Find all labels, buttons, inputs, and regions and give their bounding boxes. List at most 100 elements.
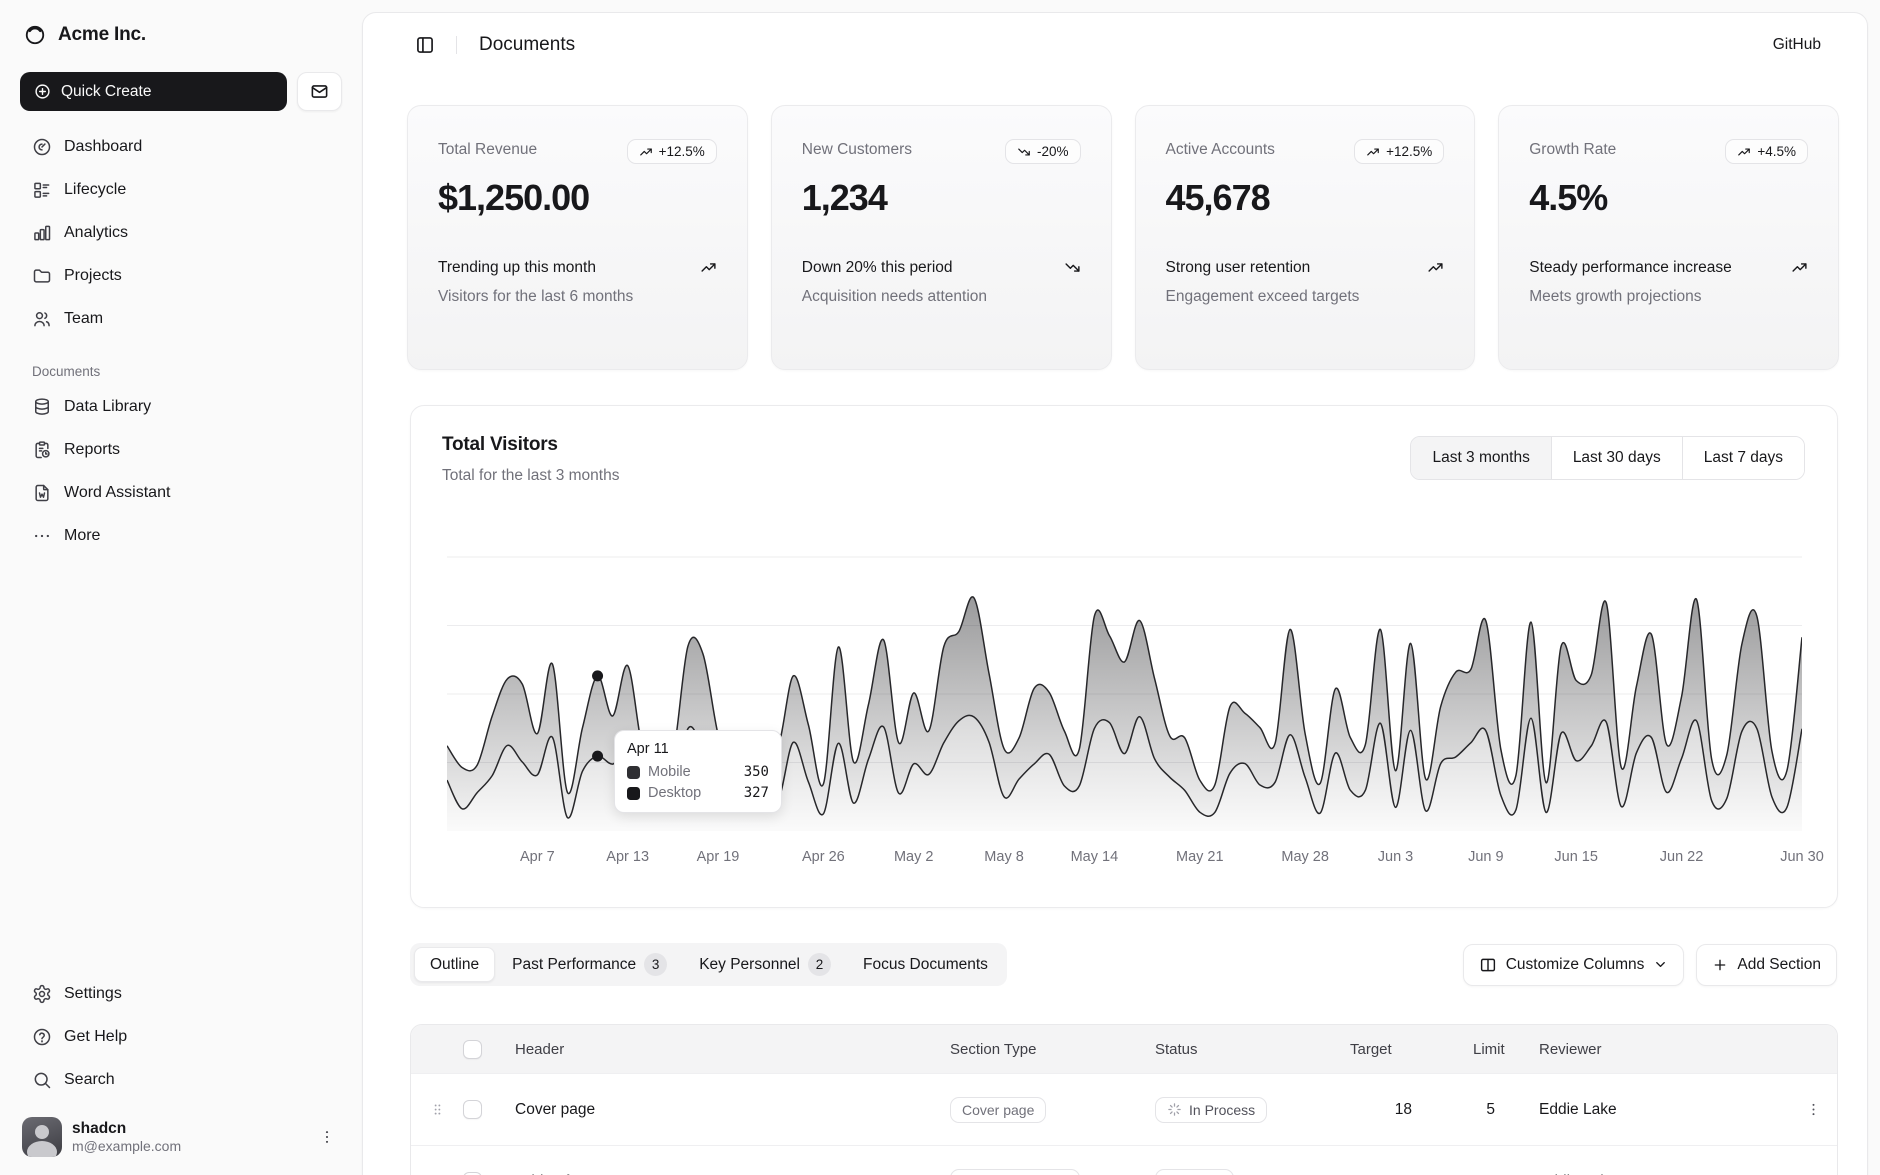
- sidebar-item-settings[interactable]: Settings: [20, 974, 342, 1013]
- select-all-checkbox[interactable]: [463, 1040, 482, 1059]
- sidebar-item-get-help[interactable]: Get Help: [20, 1017, 342, 1056]
- sidebar-toggle-button[interactable]: [410, 30, 440, 60]
- sidebar-item-word-assistant[interactable]: Word Assistant: [20, 473, 342, 512]
- drag-handle[interactable]: [411, 1102, 463, 1117]
- sidebar-item-analytics[interactable]: Analytics: [20, 213, 342, 252]
- range-last-3-months[interactable]: Last 3 months: [1411, 437, 1550, 479]
- chevron-down-icon: [1653, 957, 1668, 972]
- tab-outline[interactable]: Outline: [414, 947, 495, 982]
- sidebar-item-more[interactable]: More: [20, 516, 342, 555]
- trend-badge: -20%: [1005, 139, 1081, 164]
- sidebar-item-label: Search: [64, 1071, 115, 1089]
- avatar: [22, 1117, 62, 1157]
- sidebar-item-data-library[interactable]: Data Library: [20, 387, 342, 426]
- x-tick: Jun 3: [1378, 849, 1413, 865]
- stat-card-growth-rate: Growth Rate +4.5% 4.5% Steady performanc…: [1498, 105, 1839, 370]
- documents-table: Header Section Type Status Target Limit …: [410, 1024, 1838, 1175]
- total-visitors-card: Total Visitors Total for the last 3 mont…: [410, 405, 1838, 908]
- loader-icon: [1167, 1102, 1182, 1117]
- sidebar-item-team[interactable]: Team: [20, 299, 342, 338]
- sidebar-section-documents: Documents: [32, 364, 330, 379]
- github-link[interactable]: GitHub: [1773, 36, 1821, 54]
- tab-count-badge: 2: [808, 953, 831, 976]
- report-icon: [32, 440, 52, 460]
- target-cell[interactable]: 18: [1350, 1101, 1440, 1119]
- chart-x-axis: Apr 7Apr 13Apr 19Apr 26May 2May 8May 14M…: [447, 849, 1802, 869]
- tab-count-badge: 3: [644, 953, 667, 976]
- trend-badge: +12.5%: [1354, 139, 1444, 164]
- desktop-swatch: [627, 787, 640, 800]
- search-icon: [32, 1070, 52, 1090]
- x-tick: Jun 30: [1780, 849, 1824, 865]
- file-word-icon: [32, 483, 52, 503]
- x-tick: Apr 26: [802, 849, 845, 865]
- quick-create-button[interactable]: Quick Create: [20, 72, 287, 111]
- row-header-cell[interactable]: Cover page: [511, 1101, 950, 1119]
- logo-icon: [24, 24, 46, 46]
- chart-tooltip: Apr 11 Mobile 350 Desktop 327: [614, 730, 782, 813]
- stat-footer-desc: Visitors for the last 6 months: [438, 286, 717, 308]
- limit-cell[interactable]: 5: [1440, 1101, 1525, 1119]
- sidebar-item-dashboard[interactable]: Dashboard: [20, 127, 342, 166]
- trending-up-icon: [700, 259, 717, 276]
- tab-key-personnel[interactable]: Key Personnel 2: [684, 947, 846, 982]
- column-header: Header: [511, 1041, 950, 1058]
- list-details-icon: [32, 180, 52, 200]
- range-last-7-days[interactable]: Last 7 days: [1682, 437, 1804, 479]
- stat-footer-title: Steady performance increase: [1529, 257, 1731, 279]
- database-icon: [32, 397, 52, 417]
- sidebar-item-reports[interactable]: Reports: [20, 430, 342, 469]
- columns-icon: [1479, 956, 1497, 974]
- stat-footer-desc: Acquisition needs attention: [802, 286, 1081, 308]
- x-tick: Apr 7: [520, 849, 555, 865]
- brand[interactable]: Acme Inc.: [16, 18, 346, 52]
- main-content: Documents GitHub Total Revenue +12.5% $1…: [362, 12, 1868, 1175]
- x-tick: May 28: [1281, 849, 1329, 865]
- column-reviewer: Reviewer: [1525, 1041, 1789, 1058]
- stat-card-total-revenue: Total Revenue +12.5% $1,250.00 Trending …: [407, 105, 748, 370]
- trending-up-icon: [1366, 145, 1380, 159]
- sidebar-item-label: Dashboard: [64, 138, 142, 156]
- stat-footer-desc: Engagement exceed targets: [1166, 286, 1445, 308]
- sidebar-item-search[interactable]: Search: [20, 1060, 342, 1099]
- trend-badge: +12.5%: [627, 139, 717, 164]
- stats-row: Total Revenue +12.5% $1,250.00 Trending …: [407, 105, 1839, 370]
- chart-title: Total Visitors: [442, 434, 558, 456]
- trending-down-icon: [1064, 259, 1081, 276]
- stat-label: Total Revenue: [438, 139, 537, 159]
- tab-past-performance[interactable]: Past Performance 3: [497, 947, 682, 982]
- mobile-swatch: [627, 766, 640, 779]
- time-range-toggle: Last 3 months Last 30 days Last 7 days: [1410, 436, 1805, 480]
- dots-vertical-icon[interactable]: [314, 1124, 340, 1150]
- range-last-30-days[interactable]: Last 30 days: [1551, 437, 1682, 479]
- x-tick: May 21: [1176, 849, 1224, 865]
- sidebar-item-label: More: [64, 527, 100, 545]
- x-tick: Apr 13: [606, 849, 649, 865]
- tab-focus-documents[interactable]: Focus Documents: [848, 947, 1003, 982]
- stat-value: 45,678: [1166, 177, 1445, 219]
- sidebar-item-projects[interactable]: Projects: [20, 256, 342, 295]
- status-badge: In Process: [1155, 1097, 1267, 1123]
- plus-circle-icon: [34, 83, 51, 100]
- tooltip-row-mobile: Mobile 350: [627, 764, 769, 780]
- plus-icon: [1712, 957, 1728, 973]
- add-section-button[interactable]: Add Section: [1696, 944, 1837, 986]
- row-checkbox[interactable]: [463, 1100, 482, 1119]
- trending-up-icon: [639, 145, 653, 159]
- row-actions-button[interactable]: [1789, 1101, 1837, 1118]
- folder-icon: [32, 266, 52, 286]
- stat-label: Growth Rate: [1529, 139, 1616, 159]
- customize-columns-button[interactable]: Customize Columns: [1463, 944, 1685, 986]
- inbox-button[interactable]: [297, 72, 342, 111]
- sidebar-item-label: Data Library: [64, 398, 151, 416]
- column-status: Status: [1155, 1041, 1350, 1058]
- sidebar: Acme Inc. Quick Create Dashboard Lifecyc…: [0, 0, 362, 1175]
- panel-left-icon: [415, 35, 435, 55]
- column-section-type: Section Type: [950, 1041, 1155, 1058]
- user-menu[interactable]: shadcn m@example.com: [16, 1109, 346, 1159]
- trending-up-icon: [1737, 145, 1751, 159]
- x-tick: May 2: [894, 849, 934, 865]
- stat-value: 1,234: [802, 177, 1081, 219]
- reviewer-cell[interactable]: Eddie Lake: [1525, 1101, 1789, 1119]
- sidebar-item-lifecycle[interactable]: Lifecycle: [20, 170, 342, 209]
